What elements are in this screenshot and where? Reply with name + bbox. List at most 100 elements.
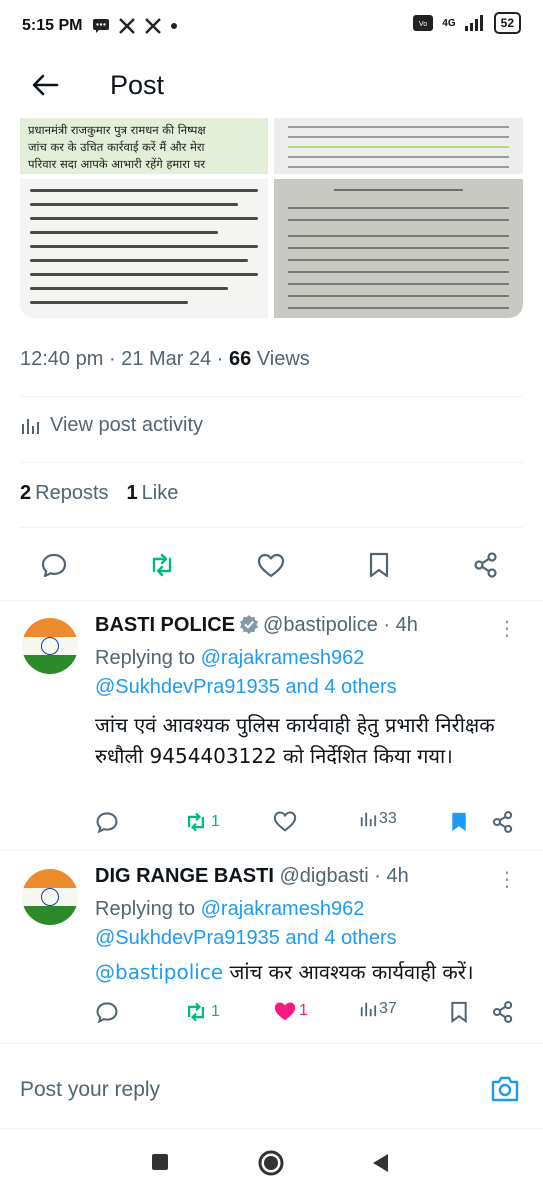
post-action-bar [0, 545, 543, 585]
share-icon [492, 1001, 513, 1023]
post-timestamp-views: 12:40 pm · 21 Mar 24 · 66 Views [20, 348, 310, 370]
reply-button[interactable] [34, 545, 74, 585]
repost-count: 1 [211, 813, 220, 830]
page-title: Post [110, 69, 165, 100]
share-button[interactable] [491, 810, 515, 834]
repost-icon [188, 1002, 204, 1022]
like-button[interactable] [251, 545, 291, 585]
share-icon [492, 811, 513, 833]
share-icon [474, 552, 497, 578]
dot-icon [171, 23, 178, 29]
like-button[interactable] [273, 810, 297, 832]
reply-tweet-1[interactable]: BASTI POLICE @bastipolice · 4h ⋮ Replying… [0, 600, 543, 850]
repost-icon [152, 553, 172, 577]
mention-link[interactable]: @SukhdevPra91935 [95, 676, 280, 698]
divider [20, 527, 523, 528]
svg-text:Vo: Vo [419, 21, 427, 28]
reply-header: DIG RANGE BASTI @digbasti · 4h [95, 865, 409, 888]
mention-link[interactable]: @SukhdevPra91935 [95, 927, 280, 949]
home-circle-icon [258, 1150, 284, 1176]
views-button[interactable]: 37 [359, 1000, 397, 1018]
analytics-icon [360, 1002, 377, 1017]
avatar[interactable] [22, 618, 78, 674]
author-name[interactable]: DIG RANGE BASTI [95, 865, 274, 887]
home-button[interactable] [257, 1149, 285, 1182]
camera-button[interactable] [489, 1074, 521, 1109]
reply-icon [96, 812, 118, 834]
views-count: 33 [379, 810, 397, 827]
others-link[interactable]: and 4 others [280, 676, 396, 698]
volte-icon: Vo [413, 15, 434, 31]
views-count: 66 [229, 348, 252, 370]
views-button[interactable]: 33 [359, 810, 397, 828]
chakra-icon [41, 888, 59, 906]
bookmark-button[interactable] [359, 545, 399, 585]
analytics-icon [22, 418, 39, 434]
x-logo-icon [119, 18, 136, 34]
others-link[interactable]: and 4 others [280, 927, 396, 949]
mention-link[interactable]: @rajakramesh962 [201, 647, 365, 669]
camera-icon [491, 1076, 519, 1102]
media-image-4[interactable] [274, 179, 523, 318]
reply-button[interactable] [95, 1000, 119, 1024]
system-navigation-bar [0, 1132, 543, 1200]
heart-filled-icon [274, 1002, 296, 1021]
heart-icon [273, 811, 297, 832]
views-count: 37 [379, 1000, 397, 1017]
bookmark-filled-icon [452, 812, 466, 832]
reply-input[interactable]: Post your reply [20, 1078, 160, 1102]
triangle-back-icon [373, 1154, 388, 1172]
author-name[interactable]: BASTI POLICE [95, 614, 235, 636]
network-type: 4G [442, 17, 456, 29]
view-post-activity-link[interactable]: View post activity [20, 414, 203, 437]
reply-composer: Post your reply [0, 1060, 543, 1124]
analytics-icon [360, 812, 377, 827]
recent-apps-button[interactable] [150, 1152, 170, 1177]
back-nav-button[interactable] [370, 1152, 390, 1179]
x-logo-icon [145, 18, 162, 34]
reposts-stat[interactable]: 2 Reposts [20, 482, 109, 505]
battery-indicator: 52 [493, 12, 521, 34]
reply-tweet-2[interactable]: DIG RANGE BASTI @digbasti · 4h ⋮ Replyin… [0, 851, 543, 1041]
author-handle[interactable]: @digbasti · 4h [279, 865, 408, 887]
share-button[interactable] [466, 545, 506, 585]
avatar[interactable] [22, 869, 78, 925]
more-options-button[interactable]: ⋮ [497, 867, 517, 892]
bookmark-button[interactable] [449, 810, 469, 834]
back-arrow-icon [32, 74, 59, 96]
mention-link[interactable]: @rajakramesh962 [201, 898, 365, 920]
reply-action-bar: 1 1 37 [95, 1000, 525, 1026]
verified-badge-icon [240, 615, 259, 634]
repost-count: 1 [211, 1003, 220, 1020]
media-image-3[interactable] [20, 179, 268, 318]
media-image-2[interactable] [274, 118, 523, 174]
reply-action-bar: 1 33 [95, 810, 525, 836]
repost-button[interactable]: 1 [183, 810, 220, 834]
reply-header: BASTI POLICE @bastipolice · 4h [95, 614, 418, 637]
post-stats: 2 Reposts 1 Like [20, 482, 178, 505]
mention-link[interactable]: @bastipolice [95, 960, 223, 984]
back-button[interactable] [20, 60, 70, 110]
status-time: 5:15 PM [22, 17, 83, 34]
repost-button[interactable] [142, 545, 182, 585]
like-button[interactable]: 1 [273, 1000, 308, 1022]
reply-icon [96, 1002, 118, 1024]
bookmark-icon [369, 552, 389, 578]
post-media-grid: प्रधानमंत्री राजकुमार पुत्र रामधन की निष… [20, 118, 523, 318]
likes-stat[interactable]: 1 Like [127, 482, 179, 505]
reply-text: @bastipolice जांच कर आवश्यक कार्यवाही कर… [95, 960, 474, 984]
divider [20, 396, 523, 397]
author-handle[interactable]: @bastipolice · 4h [263, 614, 418, 636]
like-count: 1 [299, 1002, 308, 1019]
bookmark-button[interactable] [449, 1000, 469, 1024]
chakra-icon [41, 637, 59, 655]
square-icon [152, 1154, 168, 1170]
more-options-button[interactable]: ⋮ [497, 616, 517, 641]
media-image-1[interactable]: प्रधानमंत्री राजकुमार पुत्र रामधन की निष… [20, 118, 268, 174]
message-icon [93, 19, 110, 33]
top-app-bar: Post [0, 52, 543, 118]
repost-button[interactable]: 1 [183, 1000, 220, 1024]
share-button[interactable] [491, 1000, 515, 1024]
reply-button[interactable] [95, 810, 119, 834]
bookmark-icon [451, 1001, 467, 1024]
